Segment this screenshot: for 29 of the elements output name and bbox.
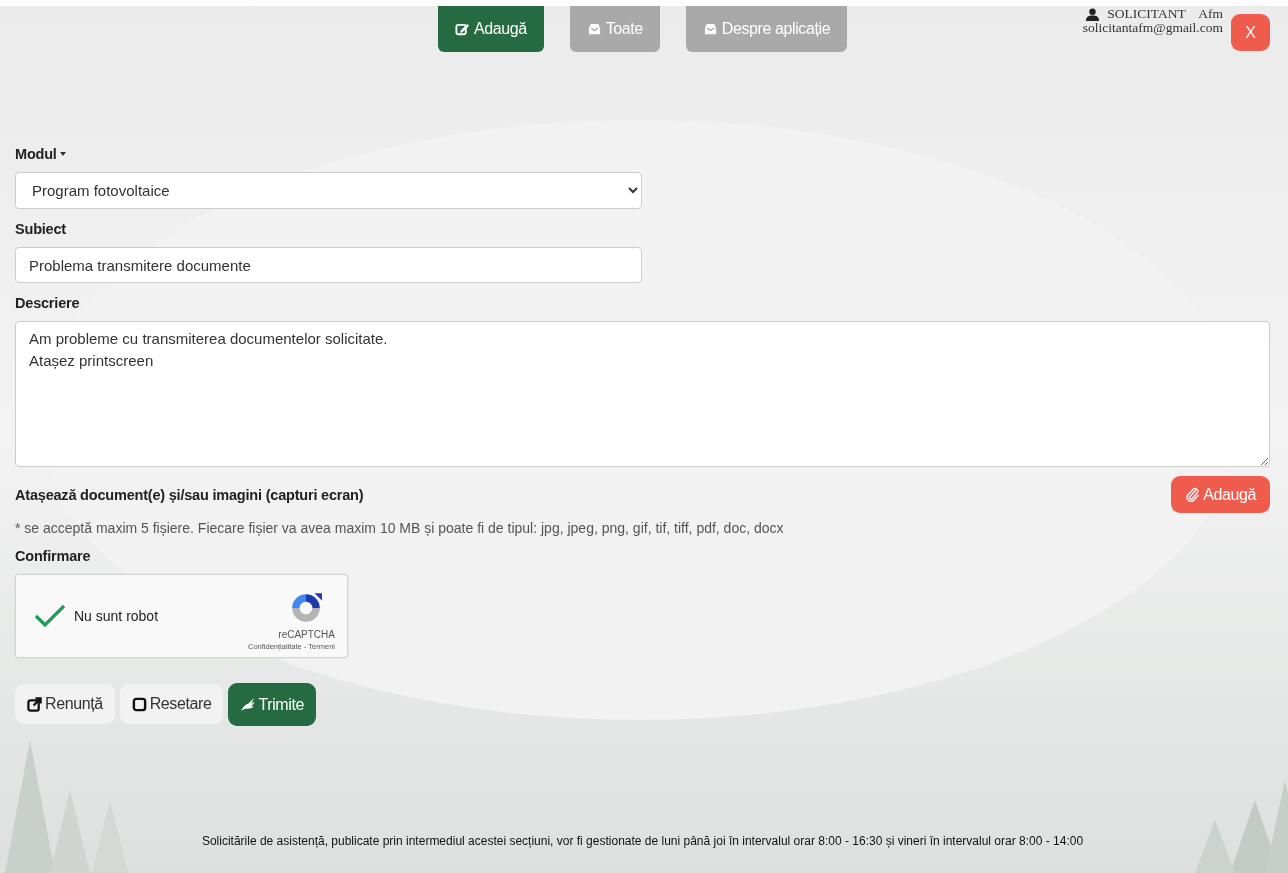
form-button[interactable]: Resetare [119,684,224,724]
form-button[interactable]: Trimite [228,683,316,726]
user-email: solicitantafm@gmail.com [1082,21,1223,36]
user-icon [1086,7,1100,21]
external-link-icon [27,696,42,712]
circular-arrow-icon [289,591,323,625]
field-label: Atașează document(e) și/sau imagini (capturi ecran) [15,486,364,503]
footer-note: Solicitările de asistență, publicate prin intermediul acestei secțiuni, vor fi gestionate de luni până joi în intervalul orar 8:00 - 16:30 și vineri în intervalul orar 8:00 - 14:00 [201,834,1084,848]
inbox-icon [586,21,602,37]
description-field[interactable]: Am probleme cu transmiterea documentelor solicitate. Atașez printscreen [15,321,1270,467]
subject-field[interactable]: Problema transmitere documente [15,247,642,283]
square-icon [131,696,147,712]
captcha-label: Nu sunt robot [74,608,159,624]
inbox-icon [702,21,718,37]
attachment-note: * se acceptă maxim 5 fișiere. Fiecare fișier va avea maxim 10 MB și poate fi de tipul: jpg, jpeg, png, gif, tif, tiff, pdf, doc, docx [15,520,784,536]
field-label: Confirmare [15,548,91,564]
user-name: SOLICITANT Afm [1107,7,1223,22]
field-label: Descriere [15,295,80,311]
captcha-checkbox[interactable] [34,604,66,628]
edit-icon [454,21,470,37]
module-select[interactable]: Program fotovoltaice [15,172,642,209]
wing-icon [240,697,256,712]
field-label: Subiect [15,221,66,237]
caret-icon [59,152,66,156]
paperclip-icon [1185,487,1201,502]
captcha-brand: reCAPTCHA [278,629,335,640]
form-button[interactable]: Renunță [15,684,115,724]
field-label: Modul [15,146,57,162]
nav-tab[interactable]: Adaugă [437,6,544,52]
